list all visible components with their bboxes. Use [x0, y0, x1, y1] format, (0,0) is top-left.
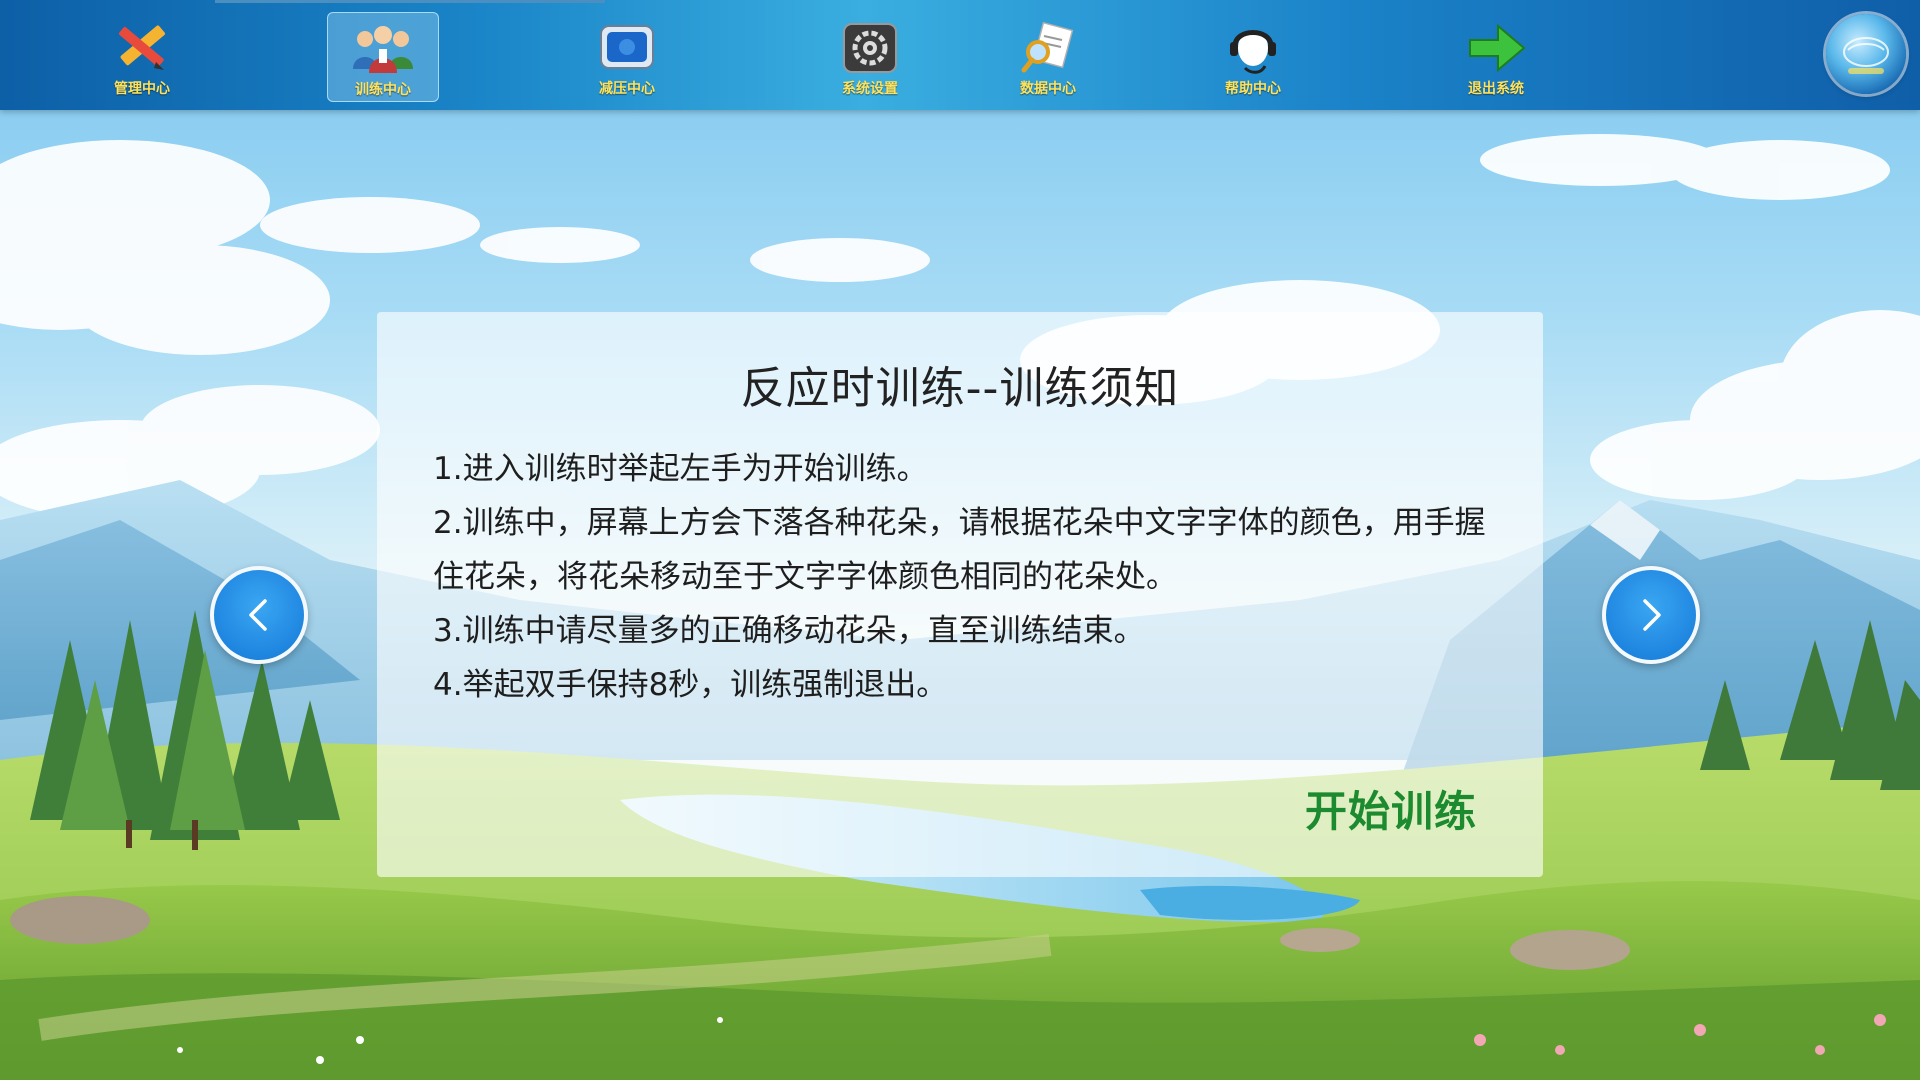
panel-title: 反应时训练--训练须知 [740, 363, 1180, 414]
nav-help-center[interactable]: 帮助中心 [1197, 12, 1309, 102]
chevron-left-icon [249, 599, 267, 631]
previous-button[interactable] [210, 566, 308, 664]
nav-label: 退出系统 [1468, 81, 1524, 97]
top-progress-strip [215, 0, 605, 3]
globe-logo-icon [1843, 37, 1889, 74]
magnifier-document-icon [1021, 21, 1074, 73]
app-logo [1826, 14, 1906, 94]
nav-relaxation-center[interactable]: 减压中心 [571, 12, 683, 102]
rule-item: 2.训练中，屏幕上方会下落各种花朵，请根据花朵中文字字体的颜色，用手握住花朵，将… [433, 505, 1486, 595]
rules-list: 1.进入训练时举起左手为开始训练。 2.训练中，屏幕上方会下落各种花朵，请根据花… [433, 442, 1503, 712]
nav-label: 管理中心 [114, 81, 170, 97]
gear-icon [843, 23, 897, 73]
nav-data-center[interactable]: 数据中心 [992, 12, 1104, 102]
nav-label: 帮助中心 [1225, 81, 1281, 97]
nav-exit-system[interactable]: 退出系统 [1440, 12, 1552, 102]
training-notice-panel: 反应时训练--训练须知 1.进入训练时举起左手为开始训练。 2.训练中，屏幕上方… [377, 312, 1543, 877]
headset-icon [1230, 30, 1276, 74]
rule-item: 4.举起双手保持8秒，训练强制退出。 [433, 667, 948, 703]
start-training-button[interactable]: 开始训练 [1305, 778, 1477, 839]
green-arrow-icon [1469, 23, 1526, 73]
chevron-right-icon [1643, 599, 1661, 631]
tv-icon [600, 25, 654, 69]
pencil-ruler-icon [119, 25, 165, 70]
next-button[interactable] [1602, 566, 1700, 664]
nav-label: 训练中心 [355, 82, 411, 98]
top-nav-bar: 管理中心 训练中心 减压中心 系统设置 数据中心 帮助中心 退出系统 [0, 0, 1920, 110]
users-icon [353, 26, 413, 73]
rule-item: 3.训练中请尽量多的正确移动花朵，直至训练结束。 [433, 613, 1145, 649]
nav-management-center[interactable]: 管理中心 [86, 12, 198, 102]
rule-item: 1.进入训练时举起左手为开始训练。 [433, 451, 928, 487]
nav-training-center[interactable]: 训练中心 [327, 12, 439, 102]
nav-label: 减压中心 [599, 81, 655, 97]
nav-label: 数据中心 [1020, 81, 1076, 97]
nav-label: 系统设置 [842, 81, 898, 97]
nav-system-settings[interactable]: 系统设置 [814, 12, 926, 102]
